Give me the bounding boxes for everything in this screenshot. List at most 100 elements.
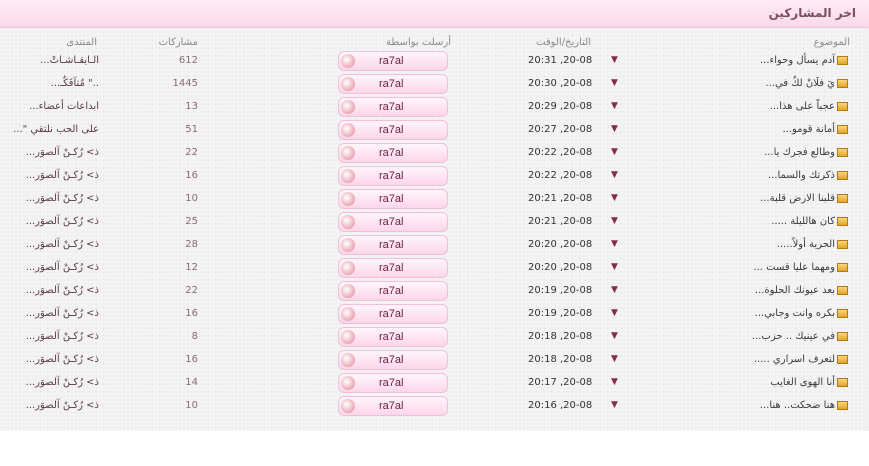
topic-link[interactable]: عجباً على هذا... [770,101,835,112]
topic-link[interactable]: ذكرتك والسما... [768,170,835,181]
forum-link[interactable]: .." مٌتآفَكٌـ... [51,78,99,89]
user-badge[interactable]: ra7al [338,235,448,255]
table-row: كان هالليلة ..... ▼ 20:21 ,20-08 ra7al 25 ذ> … [0,211,869,234]
table-row: وطالع فجرك يا... ▼ 20:22 ,20-08 ra7al 22 ذ> ر… [0,142,869,165]
folder-icon [837,286,848,295]
folder-icon [837,102,848,111]
folder-icon [837,263,848,272]
arrow-down-icon[interactable]: ▼ [611,377,618,387]
topic-link[interactable]: الحرية أولاً..... [777,239,835,250]
topic-link[interactable]: قلبنا الارض قلبة... [760,193,835,204]
topic-link[interactable]: وطالع فجرك يا... [764,147,835,158]
user-badge[interactable]: ra7al [338,258,448,278]
username-link[interactable]: ra7al [379,147,403,159]
table-row: ذكرتك والسما... ▼ 20:22 ,20-08 ra7al 16 ذ> رُ… [0,165,869,188]
topic-link[interactable]: هنا ضحكت.. هنا... [760,400,835,411]
user-badge[interactable]: ra7al [338,97,448,117]
post-count: 8 [191,331,198,342]
user-badge[interactable]: ra7al [338,51,448,71]
forum-link[interactable]: ذ> رُكـنْ آلصوَر... [26,308,99,319]
username-link[interactable]: ra7al [379,354,403,366]
user-badge[interactable]: ra7al [338,350,448,370]
folder-icon [837,148,848,157]
forum-link[interactable]: ذ> رُكـنْ آلصوَر... [26,262,99,273]
user-badge[interactable]: ra7al [338,166,448,186]
username-link[interactable]: ra7al [379,170,403,182]
username-link[interactable]: ra7al [379,377,403,389]
folder-icon [837,332,848,341]
arrow-down-icon[interactable]: ▼ [611,262,618,272]
arrow-down-icon[interactable]: ▼ [611,285,618,295]
username-link[interactable]: ra7al [379,262,403,274]
topic-link[interactable]: كان هالليلة ..... [771,216,835,227]
post-count: 612 [178,55,198,66]
post-count: 16 [185,170,198,181]
user-badge[interactable]: ra7al [338,143,448,163]
username-link[interactable]: ra7al [379,55,403,67]
forum-link[interactable]: الـايقـاشـاتْ... [40,55,99,66]
arrow-down-icon[interactable]: ▼ [611,101,618,111]
username-link[interactable]: ra7al [379,101,403,113]
username-link[interactable]: ra7al [379,331,403,343]
user-badge[interactable]: ra7al [338,396,448,416]
folder-icon [837,79,848,88]
arrow-down-icon[interactable]: ▼ [611,216,618,226]
username-link[interactable]: ra7al [379,193,403,205]
forum-link[interactable]: ذ> رُكـنْ آلصوَر... [26,400,99,411]
post-date: 20:21 ,20-08 [528,193,593,204]
username-link[interactable]: ra7al [379,216,403,228]
topic-link[interactable]: ومهما عليا قست ... [753,262,835,273]
folder-icon [837,309,848,318]
forum-link[interactable]: ذ> رُكـنْ آلصوَر... [26,377,99,388]
forum-link[interactable]: ذ> رُكـنْ آلصوَر... [26,285,99,296]
username-link[interactable]: ra7al [379,239,403,251]
user-badge[interactable]: ra7al [338,327,448,347]
user-badge[interactable]: ra7al [338,373,448,393]
username-link[interactable]: ra7al [379,124,403,136]
forum-link[interactable]: ذ> رُكـنْ آلصوَر... [26,239,99,250]
post-date: 20:18 ,20-08 [528,354,593,365]
forum-link[interactable]: ابداعات أعضاء... [29,101,99,112]
arrow-down-icon[interactable]: ▼ [611,55,618,65]
username-link[interactable]: ra7al [379,308,403,320]
topic-link[interactable]: بعد عيونك الحلوة... [755,285,835,296]
username-link[interactable]: ra7al [379,285,403,297]
forum-link[interactable]: ذ> رُكـنْ آلصوَر... [26,147,99,158]
arrow-down-icon[interactable]: ▼ [611,147,618,157]
post-count: 16 [185,354,198,365]
forum-link[interactable]: ذ> رُكـنْ آلصوَر... [26,216,99,227]
arrow-down-icon[interactable]: ▼ [611,170,618,180]
arrow-down-icon[interactable]: ▼ [611,193,618,203]
post-date: 20:22 ,20-08 [528,147,593,158]
user-badge[interactable]: ra7al [338,212,448,232]
username-link[interactable]: ra7al [379,78,403,90]
arrow-down-icon[interactable]: ▼ [611,124,618,134]
forum-link[interactable]: ذ> رُكـنْ آلصوَر... [26,331,99,342]
forum-link[interactable]: ذ> رُكـنْ آلصوَر... [26,170,99,181]
arrow-down-icon[interactable]: ▼ [611,331,618,341]
user-badge[interactable]: ra7al [338,74,448,94]
topic-link[interactable]: لتعرف اسراري ..... [754,354,835,365]
arrow-down-icon[interactable]: ▼ [611,400,618,410]
user-badge[interactable]: ra7al [338,120,448,140]
username-link[interactable]: ra7al [379,400,403,412]
forum-link[interactable]: ذ> رُكـنْ آلصوَر... [26,354,99,365]
arrow-down-icon[interactable]: ▼ [611,354,618,364]
arrow-down-icon[interactable]: ▼ [611,78,618,88]
topic-link[interactable]: آدم يسأل وحواء... [760,55,835,66]
post-date: 20:19 ,20-08 [528,308,593,319]
arrow-down-icon[interactable]: ▼ [611,308,618,318]
user-badge[interactable]: ra7al [338,189,448,209]
forum-link[interactable]: على الحب نلتقي "... [13,124,99,135]
topic-link[interactable]: بكره وانت وجابي... [755,308,835,319]
user-badge[interactable]: ra7al [338,304,448,324]
arrow-down-icon[interactable]: ▼ [611,239,618,249]
forum-link[interactable]: ذ> رُكـنْ آلصوَر... [26,193,99,204]
avatar-icon [341,261,355,275]
topic-link[interactable]: أنا الهوى الغايب [770,377,835,388]
topic-link[interactable]: يَ فلَانْ لكٌ في... [765,78,835,89]
topic-link[interactable]: في عينيك .. حزب... [752,331,835,342]
avatar-icon [341,330,355,344]
topic-link[interactable]: أمانة قومو... [782,124,835,135]
user-badge[interactable]: ra7al [338,281,448,301]
